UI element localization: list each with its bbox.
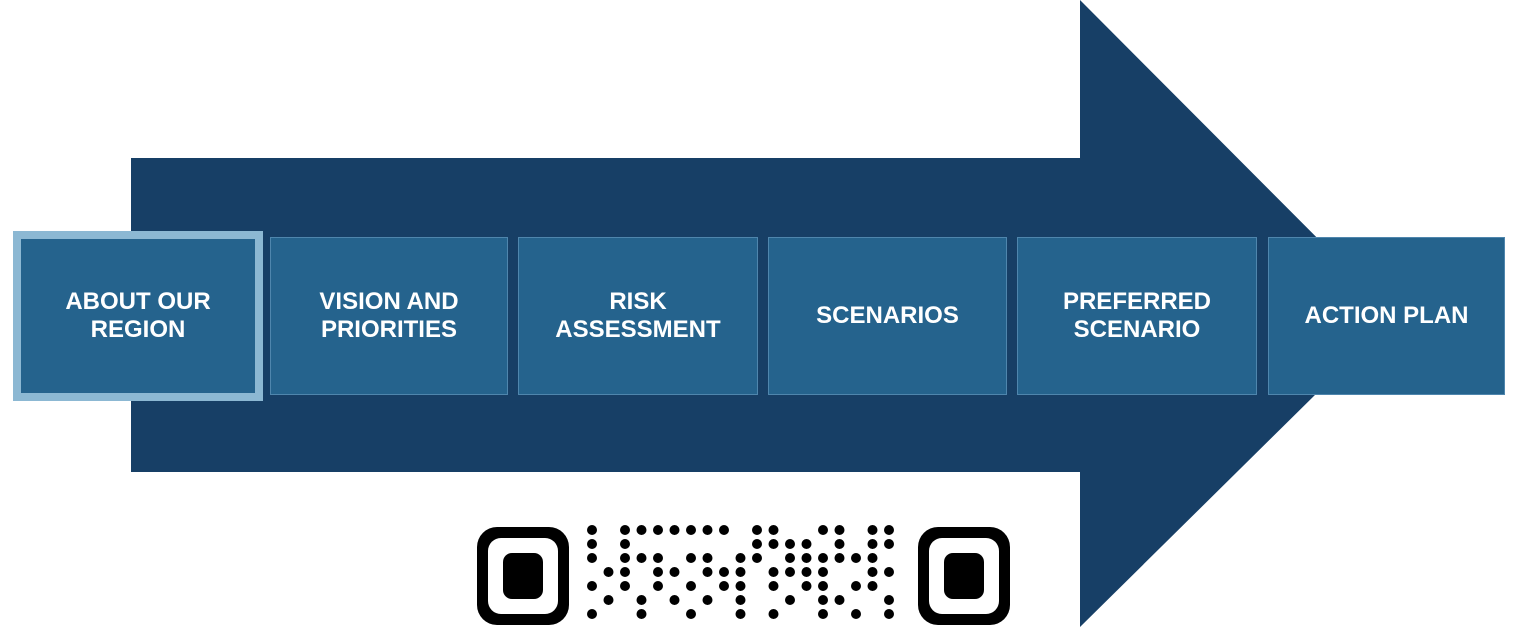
qr-dot — [620, 581, 630, 591]
qr-dot — [884, 525, 894, 535]
qr-dot — [867, 525, 878, 535]
qr-dot — [884, 609, 894, 619]
qr-dot — [818, 595, 828, 605]
qr-dot — [653, 581, 663, 591]
qr-dot — [785, 595, 795, 605]
qr-dot — [603, 567, 614, 577]
qr-dot — [818, 609, 828, 619]
qr-dot — [768, 581, 779, 591]
step-scenarios[interactable]: SCENARIOS — [768, 237, 1007, 395]
qr-code-icon[interactable] — [474, 522, 1014, 627]
qr-dot — [834, 525, 845, 535]
qr-dot — [884, 567, 894, 577]
qr-dot — [884, 539, 894, 549]
qr-dot — [867, 553, 878, 563]
qr-dot — [752, 539, 762, 549]
qr-dot — [702, 525, 713, 535]
qr-dot — [636, 609, 647, 619]
qr-dot — [653, 525, 663, 535]
qr-dot — [867, 539, 878, 549]
step-label: ABOUT OUR REGION — [65, 288, 211, 343]
step-about-our-region[interactable]: ABOUT OUR REGION — [13, 231, 263, 401]
qr-dot — [603, 595, 614, 605]
qr-dot — [636, 595, 647, 605]
qr-dot — [587, 581, 597, 591]
qr-dot — [669, 595, 680, 605]
step-vision-and-priorities[interactable]: VISION AND PRIORITIES — [270, 237, 508, 395]
qr-dot — [587, 609, 597, 619]
process-diagram: ABOUT OUR REGION VISION AND PRIORITIES R… — [0, 0, 1519, 627]
qr-dot — [620, 525, 630, 535]
qr-dot — [834, 595, 845, 605]
qr-dot — [785, 553, 795, 563]
qr-dot — [851, 581, 861, 591]
qr-dot — [686, 525, 696, 535]
qr-dot — [620, 567, 630, 577]
qr-dot — [801, 581, 812, 591]
qr-dot — [801, 567, 812, 577]
qr-dot — [834, 553, 845, 563]
qr-dot — [768, 539, 779, 549]
qr-dot — [884, 595, 894, 605]
qr-dot — [587, 539, 597, 549]
qr-dot — [653, 553, 663, 563]
qr-dot — [768, 609, 779, 619]
qr-dot — [719, 525, 729, 535]
step-label: RISK ASSESSMENT — [555, 288, 721, 343]
qr-dot — [851, 609, 861, 619]
qr-dot — [867, 567, 878, 577]
qr-dot — [785, 567, 795, 577]
step-label: SCENARIOS — [816, 302, 959, 329]
step-preferred-scenario[interactable]: PREFERRED SCENARIO — [1017, 237, 1257, 395]
qr-dot — [636, 553, 647, 563]
qr-dot — [735, 581, 746, 591]
qr-dot — [735, 609, 746, 619]
qr-dot — [752, 553, 762, 563]
qr-dot — [768, 567, 779, 577]
step-label: ACTION PLAN — [1304, 302, 1469, 329]
qr-dot — [818, 553, 828, 563]
qr-dot — [818, 567, 828, 577]
step-label: VISION AND PRIORITIES — [319, 288, 459, 343]
qr-dot — [735, 553, 746, 563]
qr-dot — [636, 525, 647, 535]
qr-dot — [834, 539, 845, 549]
qr-dot — [719, 567, 729, 577]
qr-dot — [686, 553, 696, 563]
qr-dot — [801, 553, 812, 563]
qr-dot — [702, 567, 713, 577]
qr-dot — [653, 567, 663, 577]
qr-dot — [669, 525, 680, 535]
qr-dot — [587, 553, 597, 563]
qr-dot — [818, 581, 828, 591]
qr-dot — [735, 567, 746, 577]
qr-dot — [686, 581, 696, 591]
qr-dot — [851, 553, 861, 563]
step-label: PREFERRED SCENARIO — [1062, 288, 1211, 343]
step-action-plan[interactable]: ACTION PLAN — [1268, 237, 1505, 395]
qr-dot — [818, 525, 828, 535]
qr-dot — [587, 525, 597, 535]
qr-dot — [669, 567, 680, 577]
qr-dot — [785, 539, 795, 549]
qr-dot — [768, 525, 779, 535]
qr-dot — [702, 595, 713, 605]
qr-dot — [620, 553, 630, 563]
qr-dot — [702, 553, 713, 563]
qr-dot — [719, 581, 729, 591]
qr-dot — [686, 609, 696, 619]
qr-dot — [735, 595, 746, 605]
qr-dot — [620, 539, 630, 549]
step-risk-assessment[interactable]: RISK ASSESSMENT — [518, 237, 758, 395]
qr-dot — [752, 525, 762, 535]
qr-dot — [801, 539, 812, 549]
qr-dot — [867, 581, 878, 591]
